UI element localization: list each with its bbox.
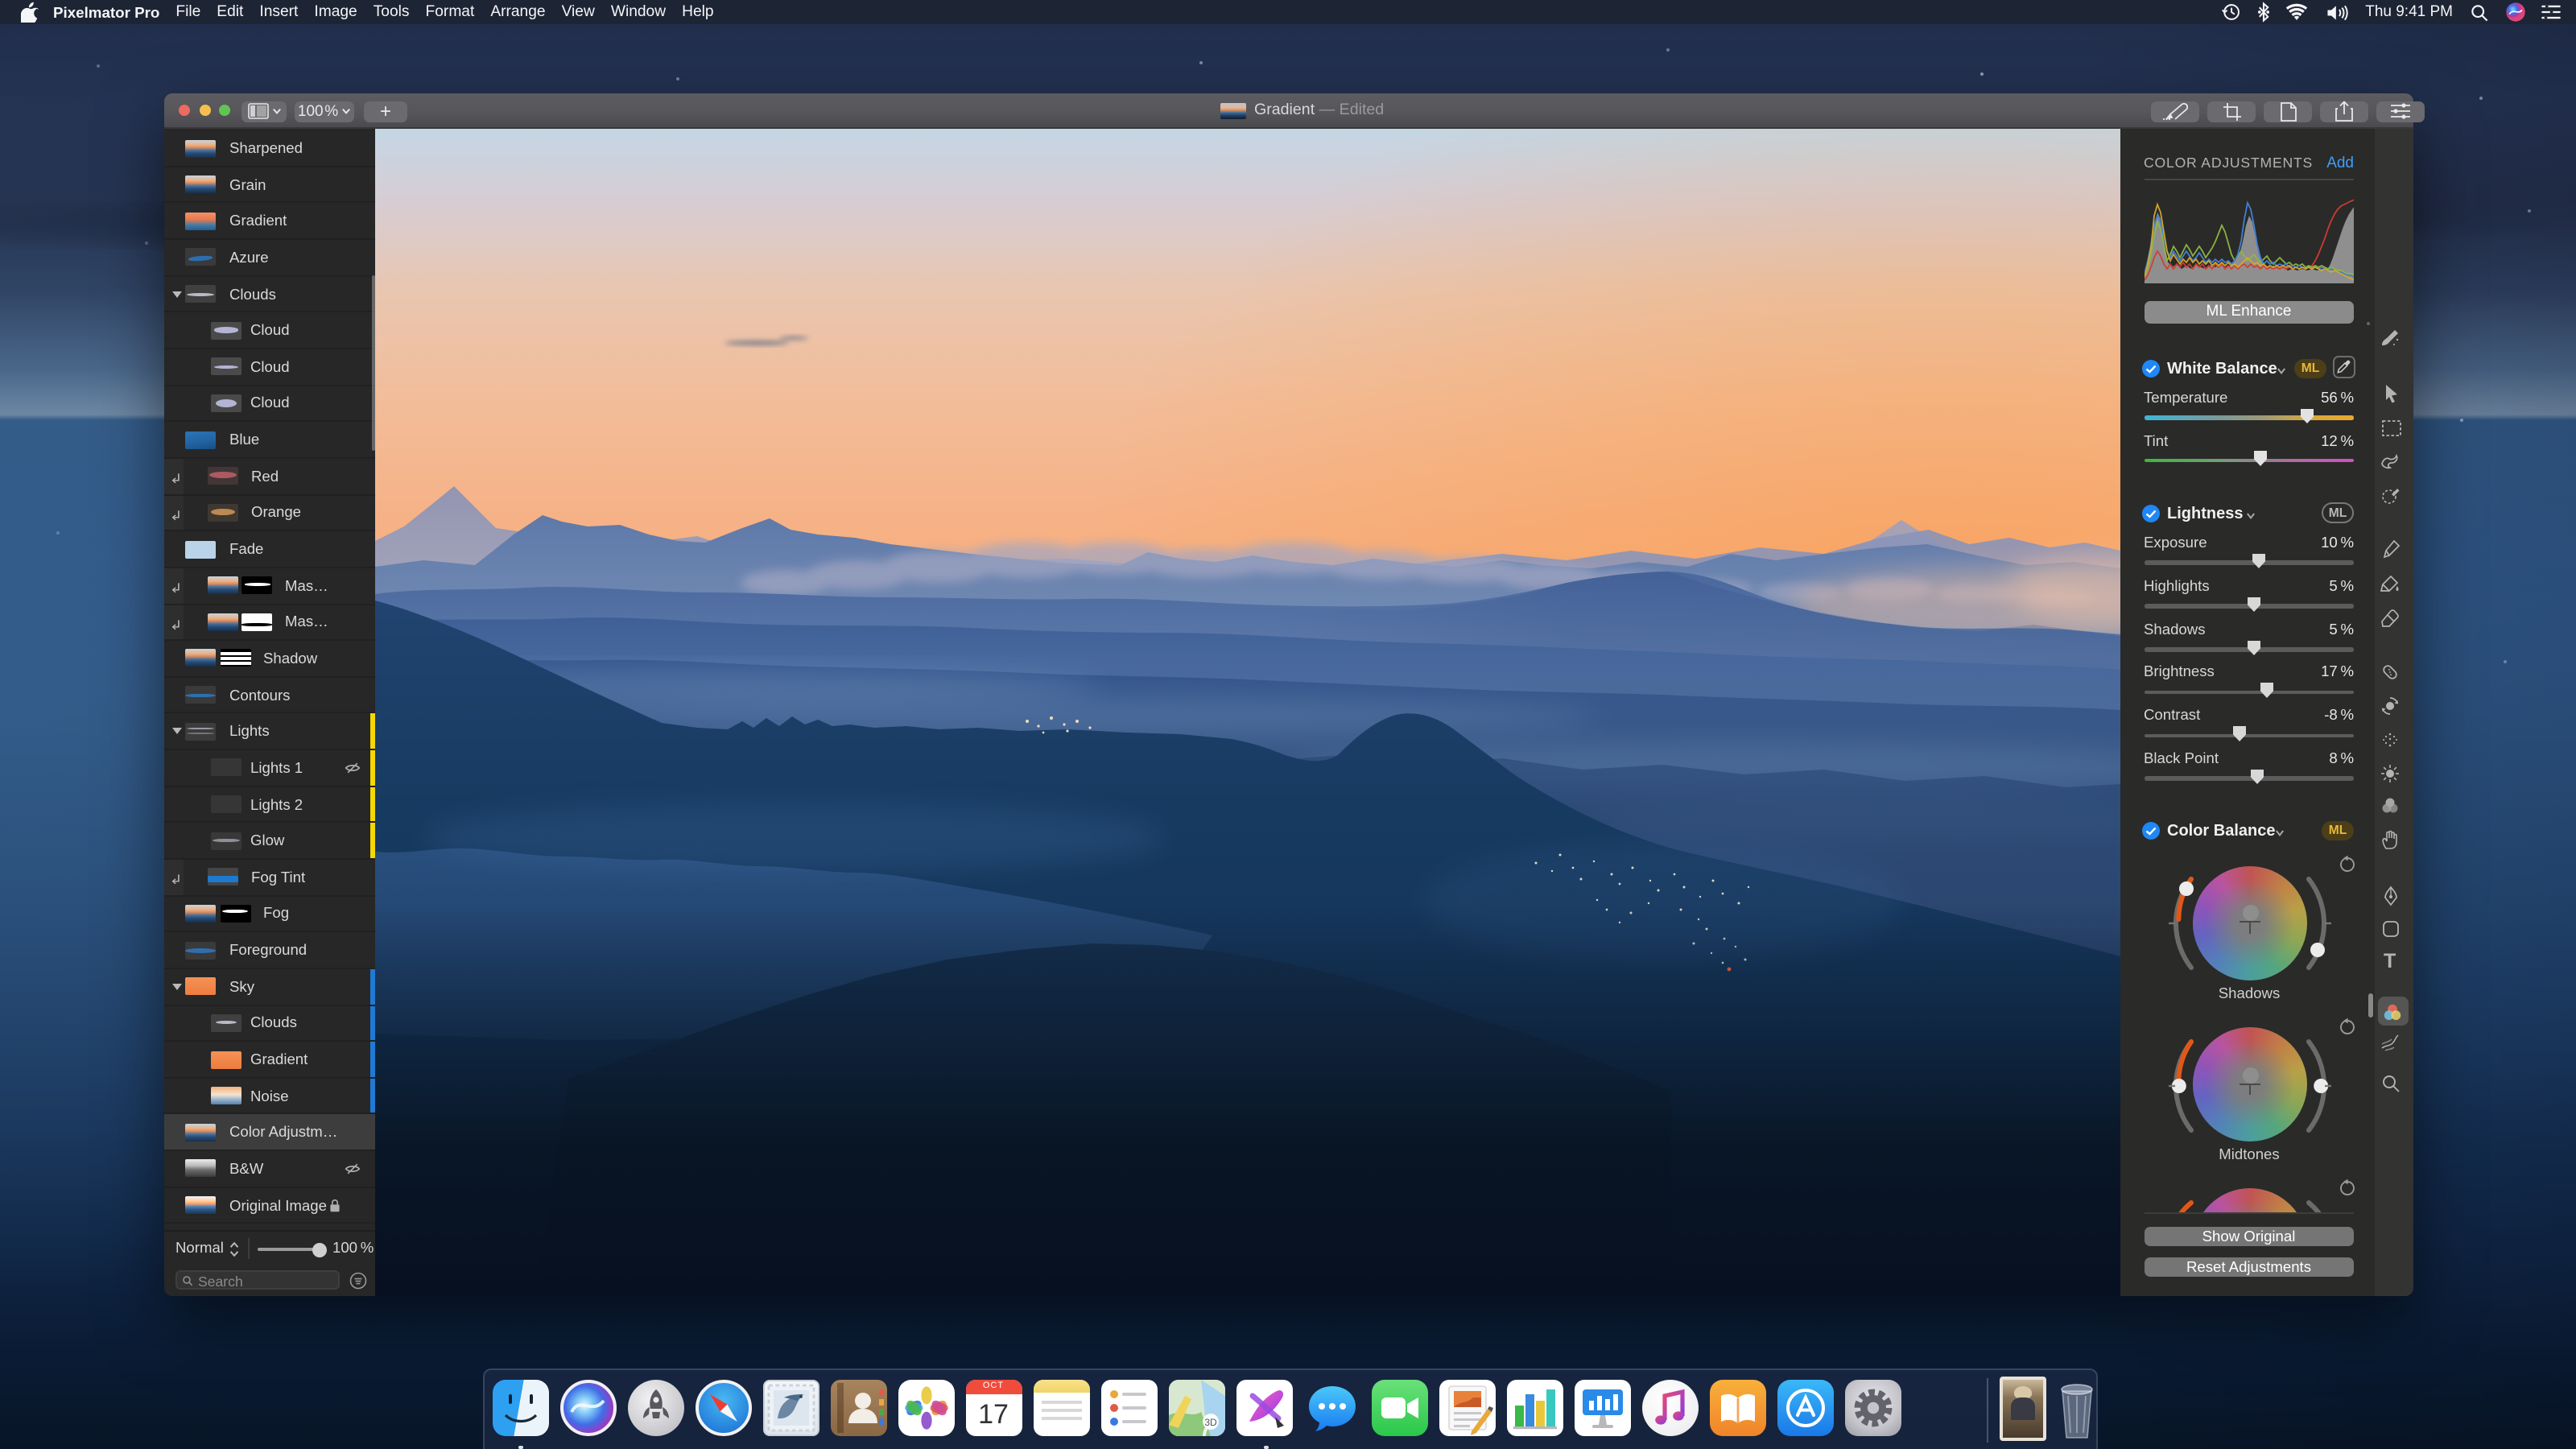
svg-text:3D: 3D	[1203, 1417, 1216, 1428]
